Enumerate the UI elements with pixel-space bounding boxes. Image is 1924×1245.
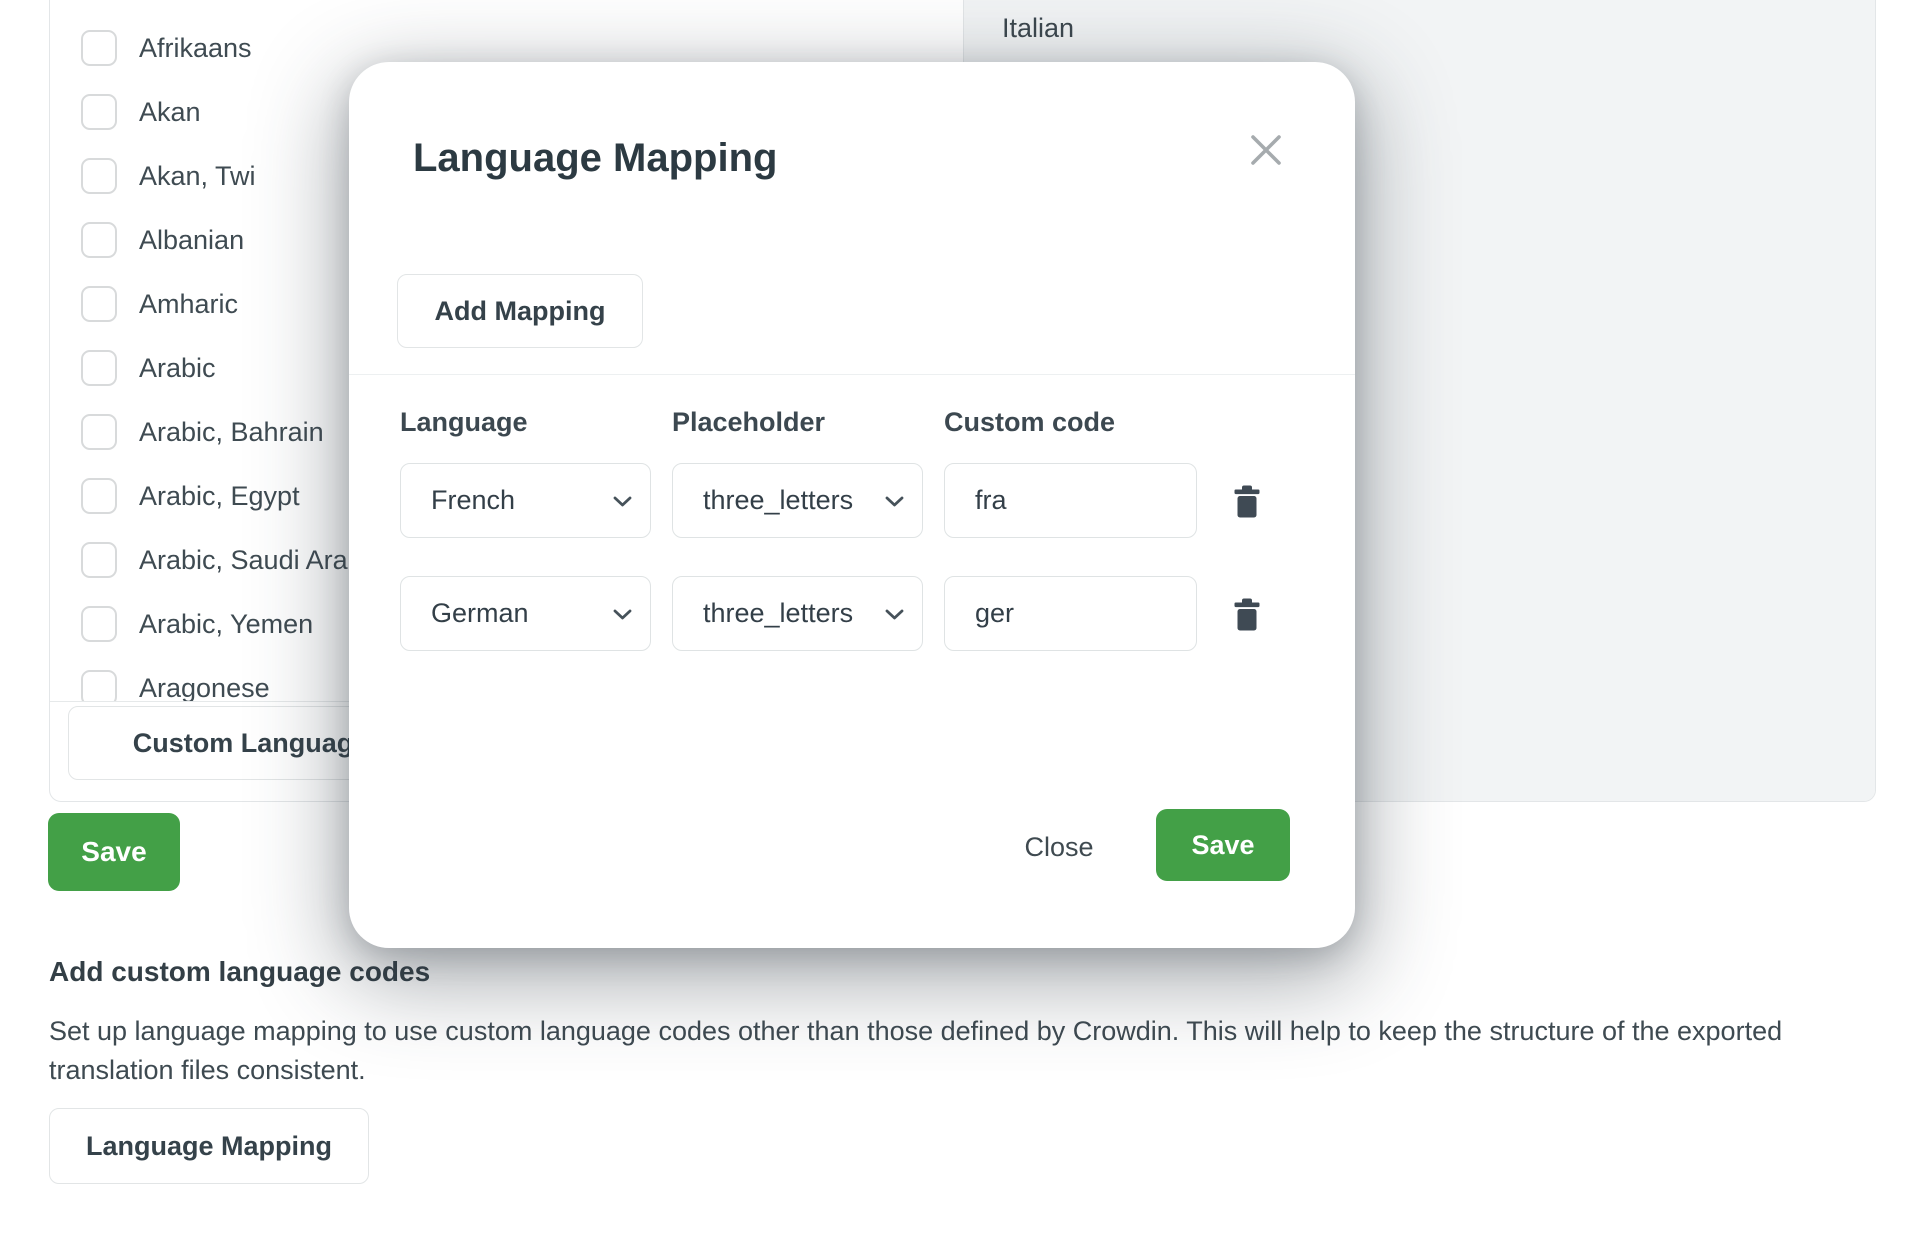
divider [349,374,1355,375]
language-label: Albanian [139,225,244,256]
section-description: Set up language mapping to use custom la… [49,1012,1794,1090]
delete-mapping-button[interactable] [1229,596,1265,632]
language-checkbox[interactable] [81,158,117,194]
language-checkbox[interactable] [81,414,117,450]
section-heading: Add custom language codes [49,956,430,988]
chevron-down-icon [885,609,904,620]
x-icon [1248,132,1284,168]
chevron-down-icon [613,496,632,507]
language-label: Arabic, Yemen [139,609,313,640]
language-select-value: German [431,598,529,629]
language-checkbox[interactable] [81,606,117,642]
selected-language-item[interactable]: Italian [964,0,1875,44]
placeholder-select[interactable]: three_letters [672,463,923,538]
placeholder-select-value: three_letters [703,598,853,629]
mapping-row: German three_letters [349,576,1355,651]
language-mapping-modal: Language Mapping Add Mapping Language Pl… [349,62,1355,948]
language-checkbox[interactable] [81,542,117,578]
language-label: Aragonese [139,673,270,703]
placeholder-select-value: three_letters [703,485,853,516]
language-checkbox[interactable] [81,286,117,322]
placeholder-select[interactable]: three_letters [672,576,923,651]
language-select-value: French [431,485,515,516]
chevron-down-icon [885,496,904,507]
column-header-language: Language [400,407,528,438]
modal-close-button[interactable]: Close [1004,817,1114,877]
trash-icon [1234,485,1260,518]
modal-title: Language Mapping [413,132,777,184]
modal-save-button[interactable]: Save [1156,809,1290,881]
language-checkbox[interactable] [81,30,117,66]
language-checkbox[interactable] [81,350,117,386]
add-mapping-button[interactable]: Add Mapping [397,274,643,348]
language-checkbox[interactable] [81,222,117,258]
chevron-down-icon [613,609,632,620]
language-checkbox[interactable] [81,478,117,514]
language-label: Arabic, Bahrain [139,417,324,448]
language-checkbox[interactable] [81,94,117,130]
language-checkbox[interactable] [81,670,117,702]
custom-code-input[interactable] [944,463,1197,538]
language-label: Arabic, Saudi Arabia [139,545,384,576]
language-label: Arabic, Egypt [139,481,300,512]
language-label: Akan [139,97,201,128]
language-select[interactable]: French [400,463,651,538]
language-select[interactable]: German [400,576,651,651]
close-icon[interactable] [1245,129,1287,171]
language-label: Arabic [139,353,216,384]
trash-icon [1234,598,1260,631]
custom-code-input[interactable] [944,576,1197,651]
column-header-placeholder: Placeholder [672,407,825,438]
language-label: Akan, Twi [139,161,256,192]
delete-mapping-button[interactable] [1229,483,1265,519]
column-header-custom-code: Custom code [944,407,1115,438]
language-mapping-button[interactable]: Language Mapping [49,1108,369,1184]
page-save-button[interactable]: Save [48,813,180,891]
language-label: Amharic [139,289,238,320]
language-label: Afrikaans [139,33,252,64]
mapping-row: French three_letters [349,463,1355,538]
